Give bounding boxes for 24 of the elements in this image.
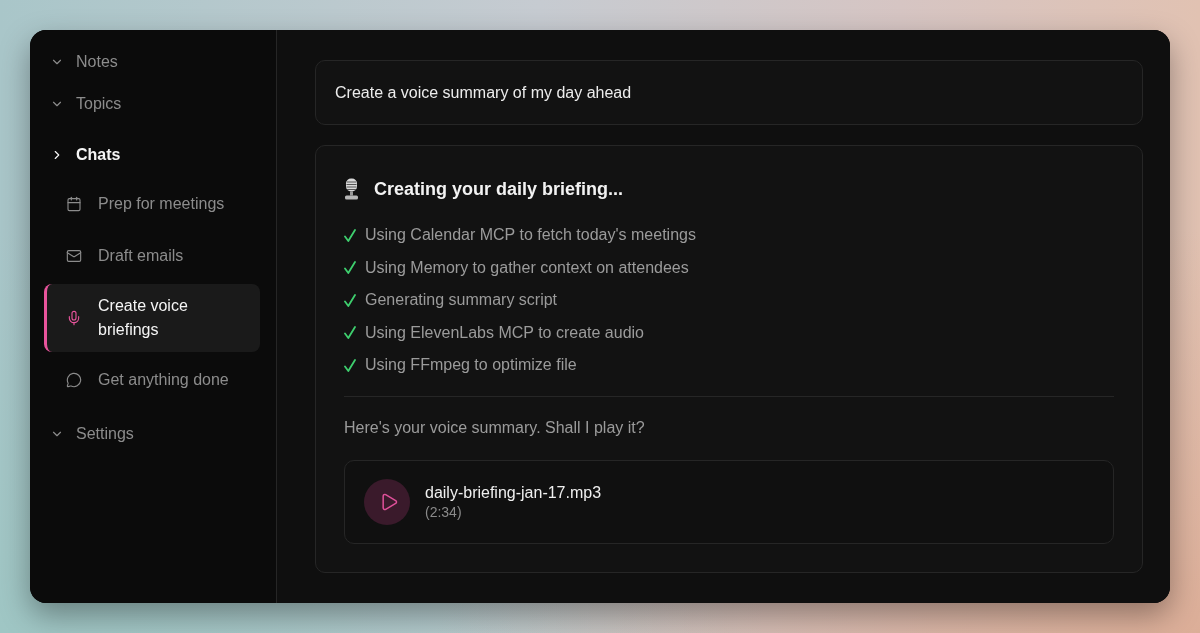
sidebar-item[interactable]: Create voice briefings [44,284,260,352]
step-text: Using Calendar MCP to fetch today's meetings [365,225,696,246]
calendar-icon [66,196,82,212]
play-button[interactable] [364,478,410,525]
microphone-icon [66,310,82,326]
step-text: Using FFmpeg to optimize file [365,355,577,376]
audio-duration: (2:34) [425,503,462,521]
sidebar-item[interactable]: Draft emails [44,232,260,280]
chat-bubble-icon [66,372,82,388]
sidebar-item[interactable]: Prep for meetings [44,180,260,228]
sidebar-section[interactable]: Topics [44,83,122,125]
step-text: Using Memory to gather context on attendees [365,257,689,278]
prompt-message: Create a voice summary of my day ahead [315,60,1143,125]
sidebar-item[interactable]: Get anything done [44,356,260,404]
step-text: Generating summary script [365,290,558,311]
audio-filename: daily-briefing-jan-17.mp3 [425,483,602,503]
sidebar-section[interactable]: Notes [44,41,118,83]
response-message: Here's your voice summary. Shall I play it? [344,417,645,438]
sidebar-section[interactable]: Settings [44,413,134,455]
sidebar-section[interactable]: Chats [44,134,121,176]
microphone-icon [344,178,359,200]
step-text: Using ElevenLabs MCP to create audio [365,322,644,343]
response-title: Creating your daily briefing... [374,178,624,201]
mail-icon [66,248,82,264]
